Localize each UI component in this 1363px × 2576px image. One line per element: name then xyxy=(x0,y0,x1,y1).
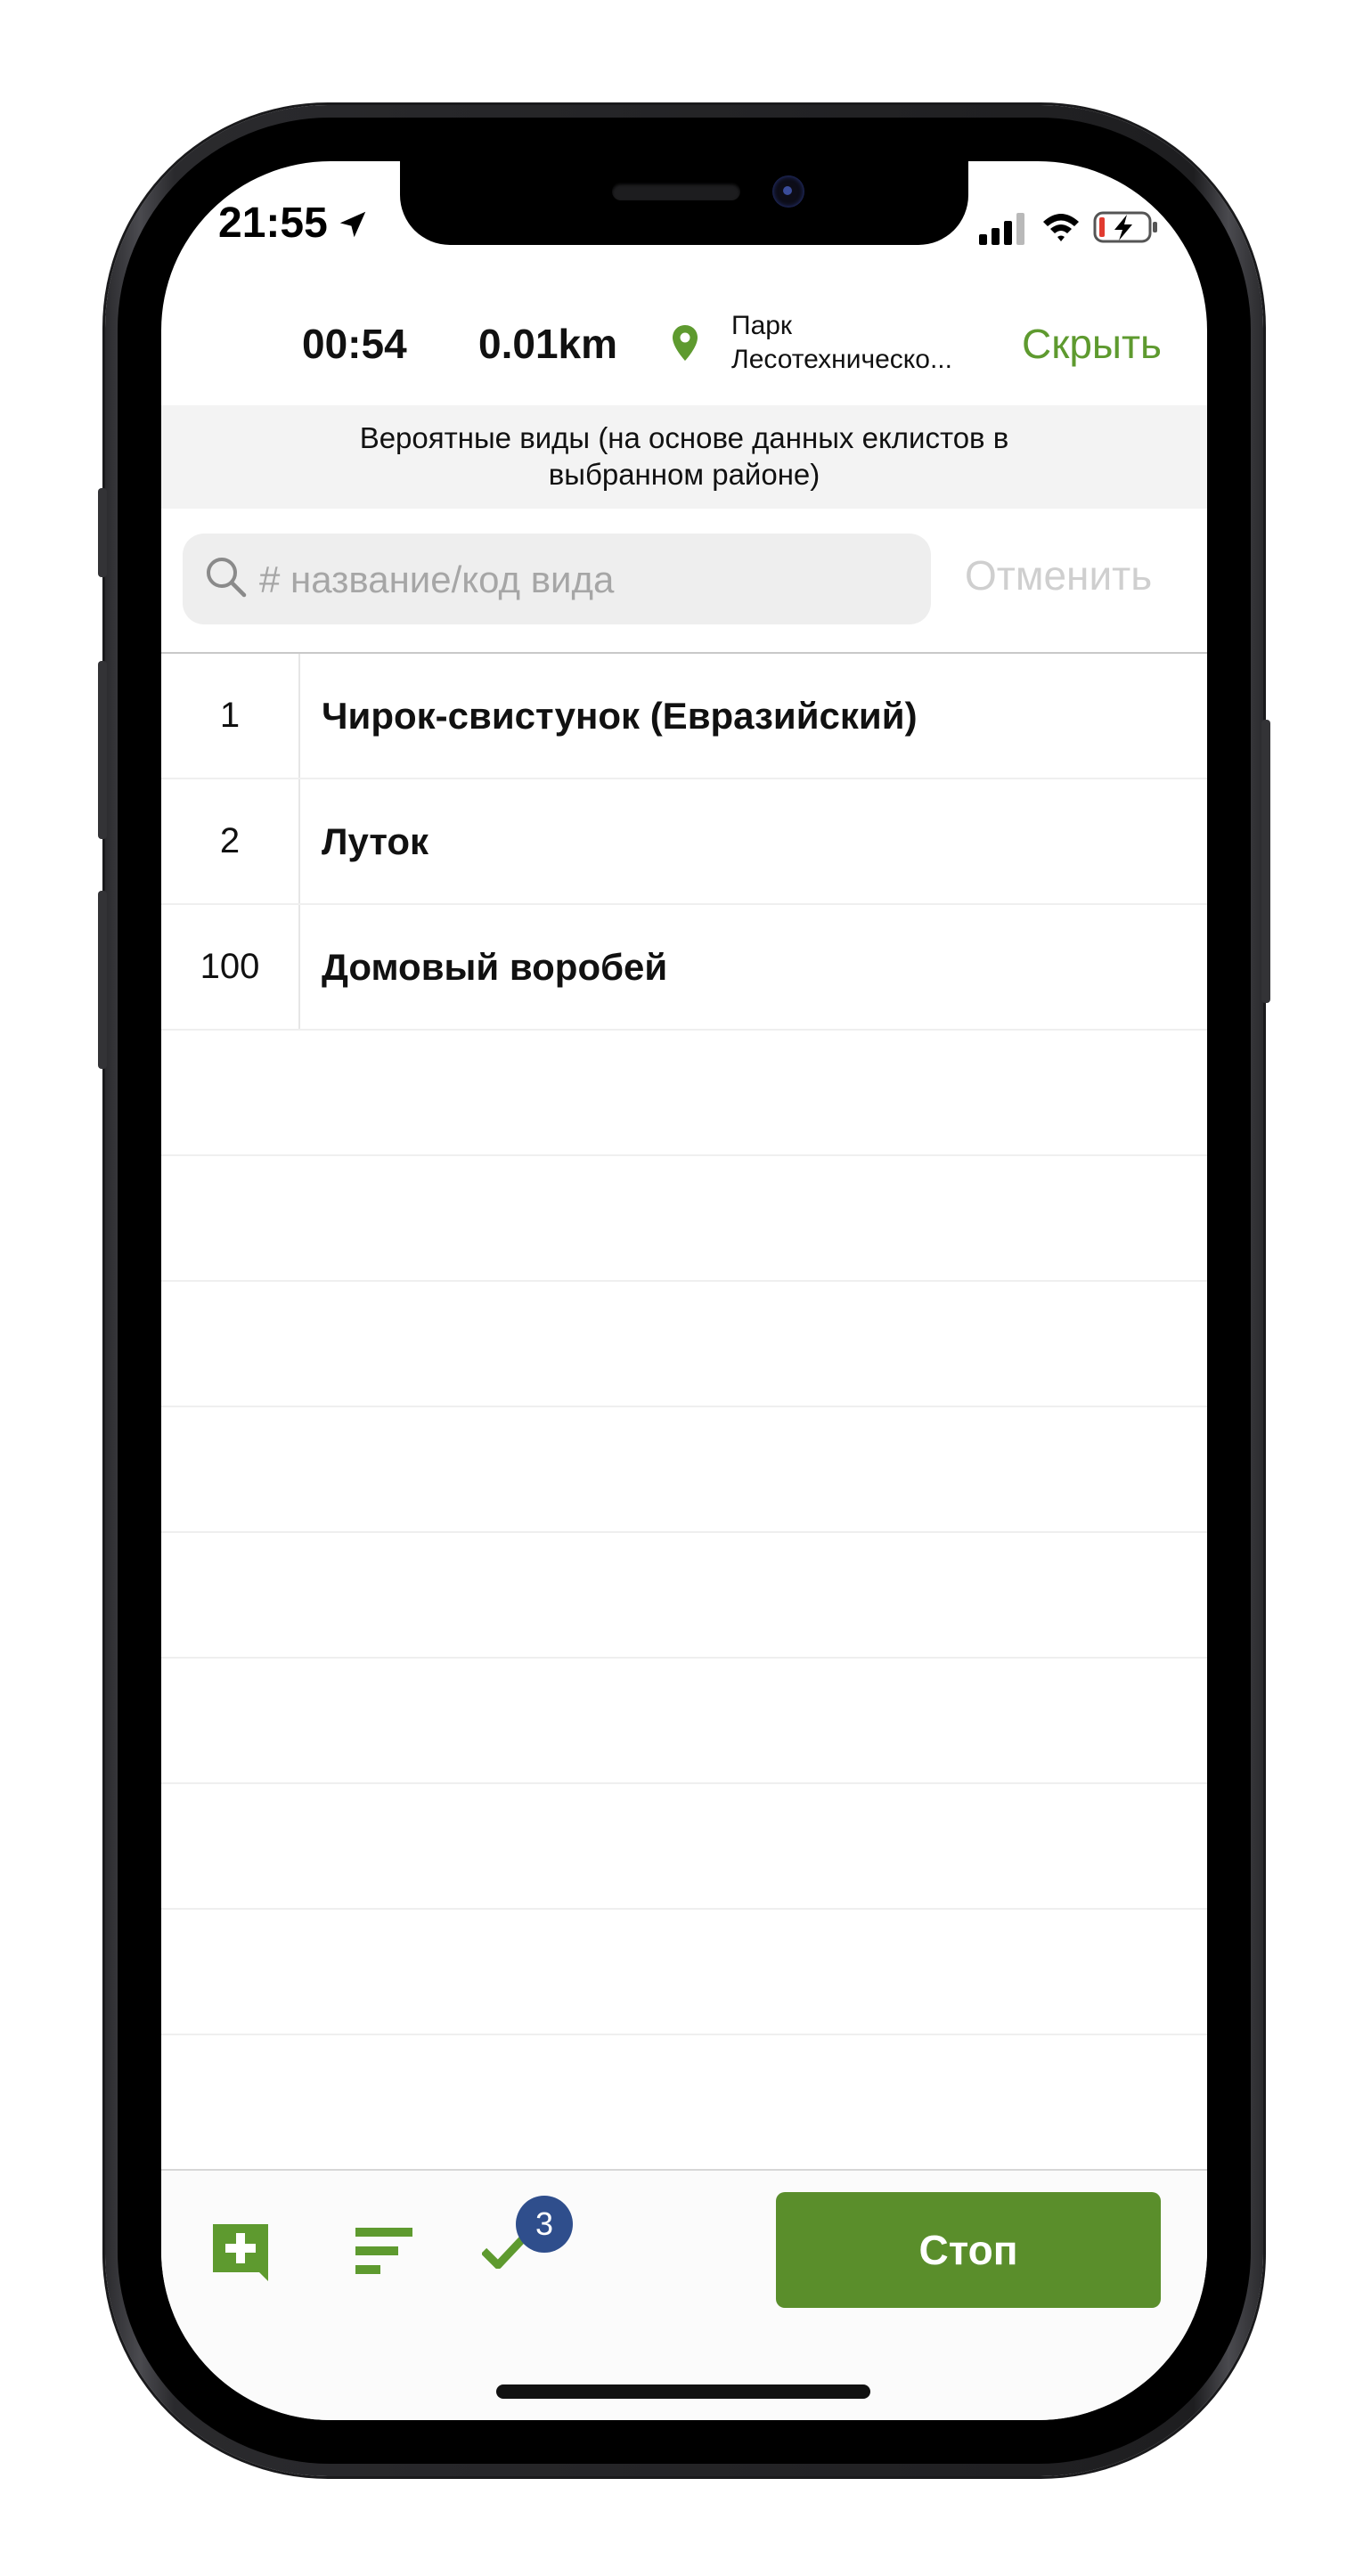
species-name[interactable]: Луток xyxy=(322,779,428,903)
empty-row xyxy=(161,1784,1207,1910)
banner-line-1: Вероятные виды (на основе данных еклисто… xyxy=(359,421,1009,454)
banner-line-2: выбранном районе) xyxy=(548,458,820,491)
location-name[interactable]: Парк xyxy=(731,311,792,341)
status-time: 21:55 xyxy=(218,200,328,247)
empty-row xyxy=(161,1282,1207,1407)
volume-down-button xyxy=(98,891,107,1069)
hide-button[interactable]: Скрыть xyxy=(1022,320,1162,368)
empty-row xyxy=(161,1659,1207,1784)
action-button xyxy=(98,488,107,577)
species-row[interactable]: 1 Чирок-свистунок (Евразийский) xyxy=(161,654,1207,779)
species-count[interactable]: 100 xyxy=(161,905,300,1029)
species-row[interactable]: 2 Луток xyxy=(161,779,1207,905)
checklist-timer: 00:54 xyxy=(302,321,407,367)
front-camera xyxy=(772,175,804,208)
app-screen: 21:55 00:54 0.01km Парк Лесотехническо..… xyxy=(161,161,1207,2420)
empty-row xyxy=(161,1031,1207,1156)
species-list: 1 Чирок-свистунок (Евразийский) 2 Луток … xyxy=(161,654,1207,2161)
battery-charging-icon xyxy=(1093,211,1157,243)
empty-row xyxy=(161,1533,1207,1659)
notch xyxy=(400,161,968,245)
reported-count-badge: 3 xyxy=(516,2196,573,2253)
cellular-signal-icon xyxy=(979,213,1024,245)
wifi-icon xyxy=(1043,214,1079,241)
bottom-toolbar: 3 Стоп xyxy=(161,2169,1207,2420)
cancel-search-button[interactable]: Отменить xyxy=(965,551,1152,599)
species-row[interactable]: 100 Домовый воробей xyxy=(161,905,1207,1031)
stop-button[interactable]: Стоп xyxy=(776,2192,1161,2308)
volume-up-button xyxy=(98,661,107,839)
species-search-input[interactable] xyxy=(257,534,920,626)
sort-icon[interactable] xyxy=(355,2226,412,2276)
empty-row xyxy=(161,2035,1207,2161)
empty-row xyxy=(161,1910,1207,2035)
location-arrow-icon xyxy=(339,211,366,238)
species-count[interactable]: 1 xyxy=(161,654,300,778)
species-count[interactable]: 2 xyxy=(161,779,300,903)
checklist-distance: 0.01km xyxy=(478,321,618,367)
location-name-continued[interactable]: Лесотехническо... xyxy=(731,345,952,375)
empty-row xyxy=(161,1156,1207,1282)
species-name[interactable]: Домовый воробей xyxy=(322,905,667,1029)
species-search-box[interactable] xyxy=(183,534,931,626)
earpiece-speaker xyxy=(612,183,740,200)
species-name[interactable]: Чирок-свистунок (Евразийский) xyxy=(322,654,918,778)
add-comment-icon[interactable] xyxy=(209,2221,272,2283)
search-icon xyxy=(207,558,247,598)
home-indicator[interactable] xyxy=(496,2384,870,2399)
side-button xyxy=(1261,720,1270,1003)
location-pin-icon xyxy=(673,325,698,361)
empty-row xyxy=(161,1407,1207,1533)
likely-species-banner: Вероятные виды (на основе данных еклисто… xyxy=(161,405,1207,509)
